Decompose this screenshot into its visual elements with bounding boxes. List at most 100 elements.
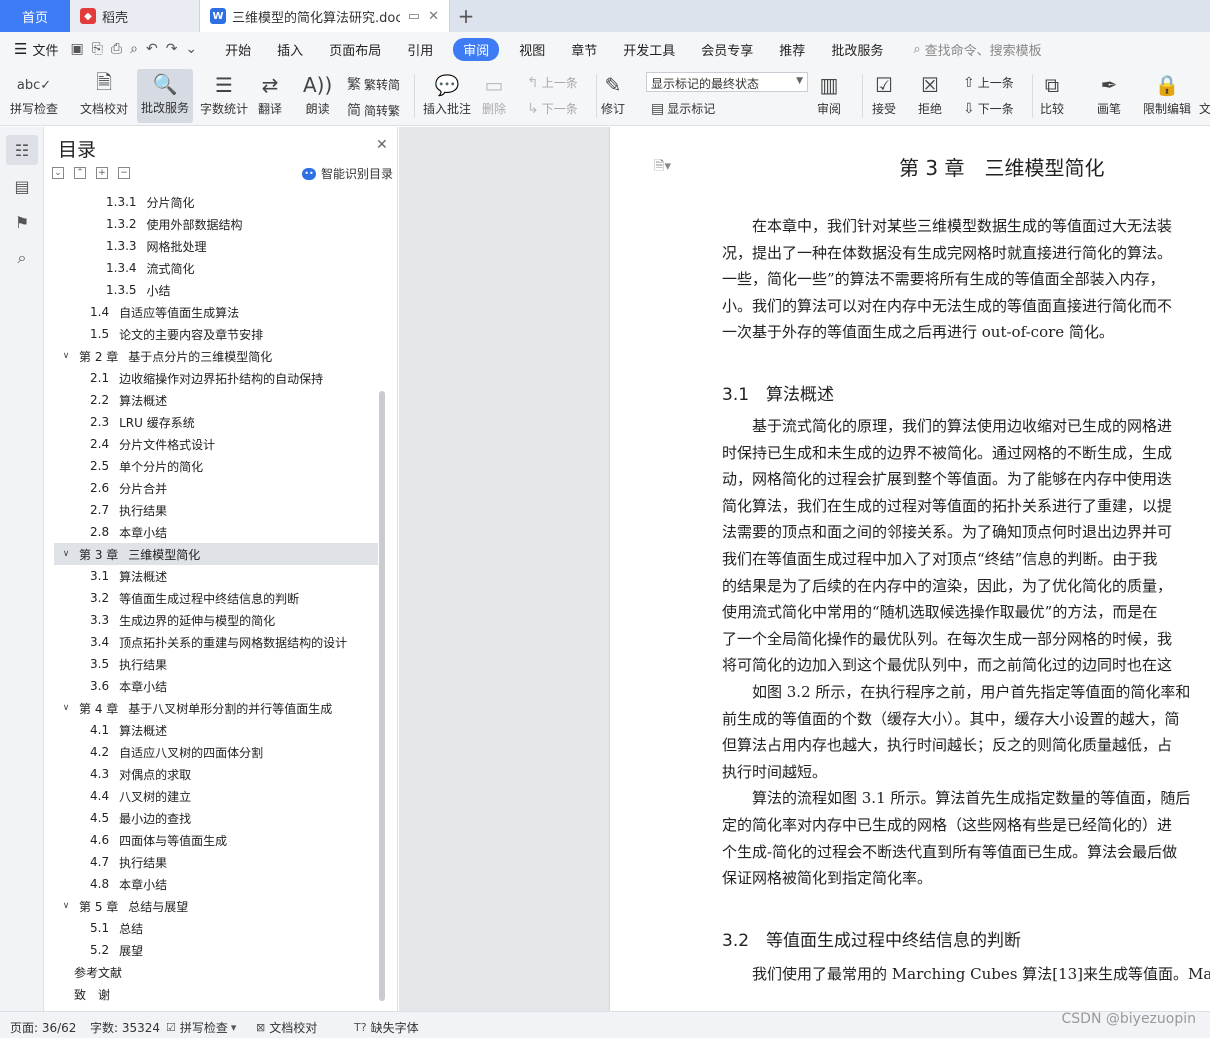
- chevron-down-icon[interactable]: ∨: [60, 901, 72, 911]
- menu-references[interactable]: 引用: [401, 38, 439, 61]
- toc-pane-icon[interactable]: ☷: [6, 135, 38, 165]
- expand-all-icon[interactable]: ⌄: [52, 167, 64, 179]
- redo-icon[interactable]: ↷: [166, 41, 178, 57]
- toc-item[interactable]: ∨ 第 4 章基于八叉树单形分割的并行等值面生成: [54, 697, 378, 719]
- tab-docer[interactable]: ◆ 稻壳: [70, 0, 200, 32]
- menu-recommend[interactable]: 推荐: [773, 38, 811, 61]
- demote-icon[interactable]: −: [118, 167, 130, 179]
- bookmark-icon[interactable]: ⚑: [6, 207, 38, 237]
- pen-button[interactable]: ✒ 画笔: [1097, 70, 1121, 117]
- ribbon-overflow-button[interactable]: 文: [1199, 70, 1210, 117]
- toc-item[interactable]: 致 谢: [54, 983, 378, 1005]
- save-icon[interactable]: ▣: [70, 41, 83, 57]
- toc-item[interactable]: 3.2 等值面生成过程中终结信息的判断: [54, 587, 378, 609]
- compare-button[interactable]: ⧉ 比较: [1040, 70, 1064, 117]
- export-pdf-icon[interactable]: ⎘: [92, 41, 103, 57]
- print-preview-icon[interactable]: ⌕: [130, 41, 138, 57]
- command-search[interactable]: ⌕ 查找命令、搜索模板: [913, 40, 1041, 59]
- restrict-edit-button[interactable]: 🔒 限制编辑: [1143, 70, 1191, 117]
- chevron-down-icon[interactable]: ∨: [60, 549, 72, 559]
- tab-pin-icon[interactable]: ▭: [408, 9, 420, 24]
- toc-item[interactable]: 4.7 执行结果: [54, 851, 378, 873]
- smart-toc-button[interactable]: •• 智能识别目录: [302, 165, 393, 182]
- chapter-nav-icon[interactable]: ▤: [6, 171, 38, 201]
- toc-scrollbar[interactable]: [379, 391, 385, 1001]
- toc-item[interactable]: 1.3.4 流式简化: [54, 257, 378, 279]
- toc-item[interactable]: 2.5 单个分片的简化: [54, 455, 378, 477]
- chevron-down-icon[interactable]: ∨: [60, 351, 72, 361]
- chevron-down-icon[interactable]: ∨: [60, 703, 72, 713]
- track-changes-button[interactable]: ✎ 修订: [601, 70, 625, 117]
- promote-icon[interactable]: +: [96, 167, 108, 179]
- insert-comment-button[interactable]: 💬 插入批注: [423, 70, 471, 117]
- toc-item[interactable]: 1.5 论文的主要内容及章节安排: [54, 323, 378, 345]
- toc-item[interactable]: 3.5 执行结果: [54, 653, 378, 675]
- menu-insert[interactable]: 插入: [271, 38, 309, 61]
- word-count-indicator[interactable]: 字数: 35324: [90, 1019, 160, 1036]
- toc-item[interactable]: 参考文献: [54, 961, 378, 983]
- menu-grading[interactable]: 批改服务: [825, 38, 889, 61]
- file-menu[interactable]: ☰ 文件: [14, 40, 58, 59]
- toc-item[interactable]: 4.1 算法概述: [54, 719, 378, 741]
- review-pane-button[interactable]: ▥ 审阅: [817, 70, 841, 117]
- toc-item[interactable]: 2.8 本章小结: [54, 521, 378, 543]
- missing-font-status[interactable]: T? 缺失字体: [354, 1019, 419, 1036]
- undo-icon[interactable]: ↶: [146, 41, 158, 57]
- reject-button[interactable]: ☒ 拒绝: [918, 70, 942, 117]
- menu-start[interactable]: 开始: [219, 38, 257, 61]
- simp-to-trad-button[interactable]: 简 简转繁: [347, 100, 400, 120]
- next-change-button[interactable]: ⇩ 下一条: [963, 100, 1014, 117]
- menu-page-layout[interactable]: 页面布局: [323, 38, 387, 61]
- toc-item[interactable]: ∨ 第 3 章三维模型简化: [54, 543, 378, 565]
- toc-item[interactable]: 2.2 算法概述: [54, 389, 378, 411]
- close-icon[interactable]: ✕: [376, 137, 388, 153]
- menu-member[interactable]: 会员专享: [695, 38, 759, 61]
- toc-item[interactable]: 3.3 生成边界的延伸与模型的简化: [54, 609, 378, 631]
- page-indicator[interactable]: 页面: 36/62: [10, 1019, 76, 1036]
- toc-item[interactable]: 4.3 对偶点的求取: [54, 763, 378, 785]
- toc-item[interactable]: 2.3 LRU 缓存系统: [54, 411, 378, 433]
- translate-button[interactable]: ⇄ 翻译: [258, 70, 282, 117]
- toc-item[interactable]: 1.3.3 网格批处理: [54, 235, 378, 257]
- toc-item[interactable]: 5.2 展望: [54, 939, 378, 961]
- prev-comment-button[interactable]: ↰ 上一条: [527, 74, 578, 91]
- toc-item[interactable]: 1.4 自适应等值面生成算法: [54, 301, 378, 323]
- toc-item[interactable]: 2.4 分片文件格式设计: [54, 433, 378, 455]
- more-chevron-icon[interactable]: ⌄: [185, 41, 197, 57]
- toc-item[interactable]: ∨ 第 2 章基于点分片的三维模型简化: [54, 345, 378, 367]
- doc-proofread-button[interactable]: 🗎 文档校对: [80, 70, 128, 117]
- toc-item[interactable]: 3.6 本章小结: [54, 675, 378, 697]
- delete-comment-button[interactable]: ▭ 删除: [482, 70, 506, 117]
- toc-item[interactable]: 1.3.5 小结: [54, 279, 378, 301]
- menu-developer[interactable]: 开发工具: [617, 38, 681, 61]
- toc-item[interactable]: 4.6 四面体与等值面生成: [54, 829, 378, 851]
- toc-item[interactable]: 3.1 算法概述: [54, 565, 378, 587]
- toc-item[interactable]: 4.5 最小边的查找: [54, 807, 378, 829]
- tab-close-icon[interactable]: ✕: [428, 9, 439, 24]
- proofread-status[interactable]: ⊠ 文档校对: [256, 1019, 317, 1036]
- print-icon[interactable]: ⎙: [111, 41, 122, 57]
- trad-to-simp-button[interactable]: 繁 繁转简: [347, 74, 400, 94]
- toc-item[interactable]: 5.1 总结: [54, 917, 378, 939]
- toc-item[interactable]: 2.7 执行结果: [54, 499, 378, 521]
- toc-item[interactable]: 4.8 本章小结: [54, 873, 378, 895]
- spell-check-button[interactable]: abc✓ 拼写检查: [10, 70, 58, 117]
- menu-review[interactable]: 审阅: [453, 37, 500, 61]
- spell-check-status[interactable]: ☑ 拼写检查 ▾: [166, 1019, 240, 1036]
- tab-document[interactable]: W 三维模型的简化算法研究.docx ▭ ✕: [200, 0, 450, 32]
- paragraph-marker-icon[interactable]: 🗎▾: [654, 157, 671, 179]
- new-tab-button[interactable]: +: [450, 0, 482, 32]
- toc-item[interactable]: ∨ 第 5 章总结与展望: [54, 895, 378, 917]
- markup-state-dropdown[interactable]: 显示标记的最终状态 ▼: [646, 72, 808, 92]
- search-icon[interactable]: ⌕: [6, 243, 38, 273]
- menu-view[interactable]: 视图: [513, 38, 551, 61]
- collapse-all-icon[interactable]: ⌃: [74, 167, 86, 179]
- next-comment-button[interactable]: ↳ 下一条: [527, 100, 578, 117]
- read-aloud-button[interactable]: A)) 朗读: [303, 70, 332, 117]
- toc-item[interactable]: 1.3.1 分片简化: [54, 191, 378, 213]
- toc-item[interactable]: 2.1 边收缩操作对边界拓扑结构的自动保持: [54, 367, 378, 389]
- toc-item[interactable]: 3.4 顶点拓扑关系的重建与网格数据结构的设计: [54, 631, 378, 653]
- menu-section[interactable]: 章节: [565, 38, 603, 61]
- show-markup-button[interactable]: ▤ 显示标记: [651, 100, 715, 117]
- accept-button[interactable]: ☑ 接受: [872, 70, 896, 117]
